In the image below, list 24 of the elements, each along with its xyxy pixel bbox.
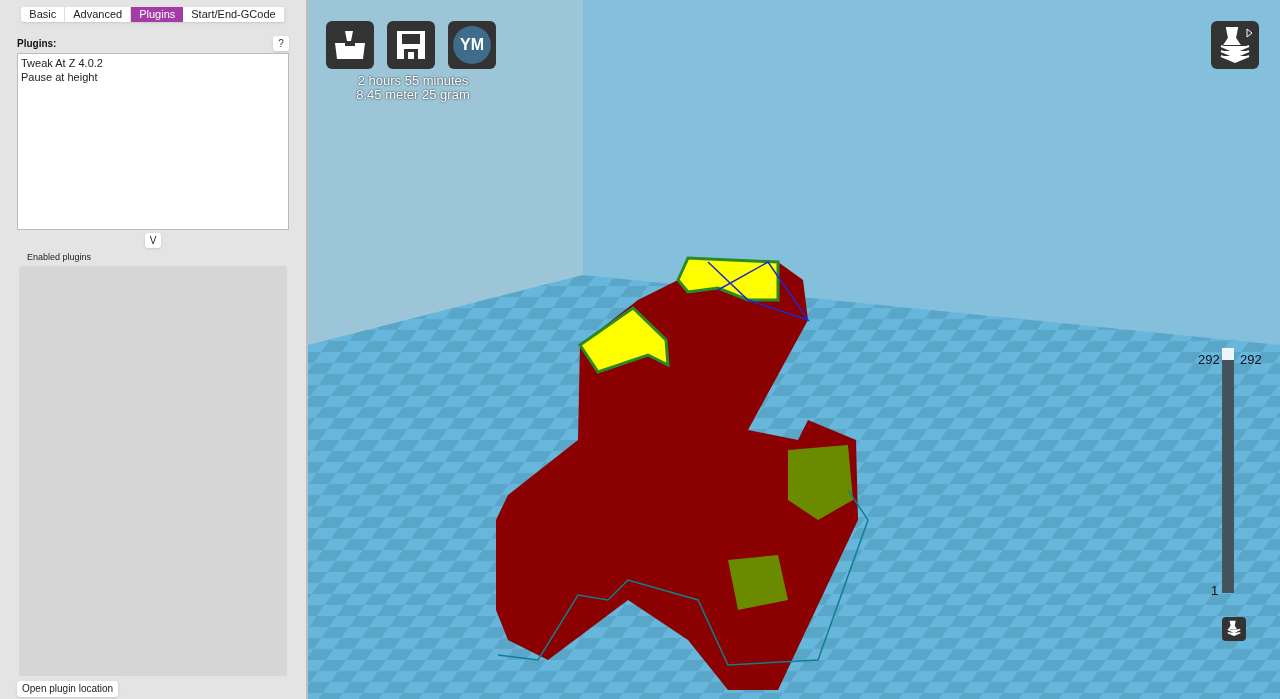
tab[interactable]: Basic (21, 7, 66, 22)
plugins-label: Plugins: (17, 37, 57, 51)
save-button[interactable] (387, 21, 435, 69)
layer-view-toggle-button[interactable] (1222, 617, 1246, 641)
tab[interactable]: Start/End-GCode (183, 7, 285, 22)
print-time-text: 2 hours 55 minutes (357, 74, 469, 88)
plugin-item[interactable]: Pause at height (21, 70, 98, 84)
plugin-item[interactable]: Tweak At Z 4.0.2 (21, 56, 103, 70)
plugin-list[interactable]: Tweak At Z 4.0.2 Pause at height (17, 53, 289, 230)
help-button[interactable]: ? (273, 36, 289, 51)
layer-number: 292 (1198, 351, 1220, 369)
enabled-plugins-label: Enabled plugins (27, 251, 92, 264)
tab[interactable]: Plugins (131, 7, 184, 22)
layer-number: 1 (1211, 582, 1219, 600)
layer-slider-track[interactable] (1222, 348, 1234, 593)
layer-number: 292 (1240, 351, 1262, 369)
material-usage-text: 8.45 meter 25 gram (356, 88, 470, 102)
layer-view-button[interactable] (1211, 21, 1259, 69)
layer-slider-handle[interactable] (1222, 348, 1234, 360)
open-plugin-location-button[interactable]: Open plugin location (17, 680, 119, 697)
tray-icon (333, 29, 367, 61)
load-model-button[interactable] (326, 21, 374, 69)
layers-icon (1225, 620, 1243, 638)
add-plugin-button[interactable]: V (144, 233, 162, 248)
